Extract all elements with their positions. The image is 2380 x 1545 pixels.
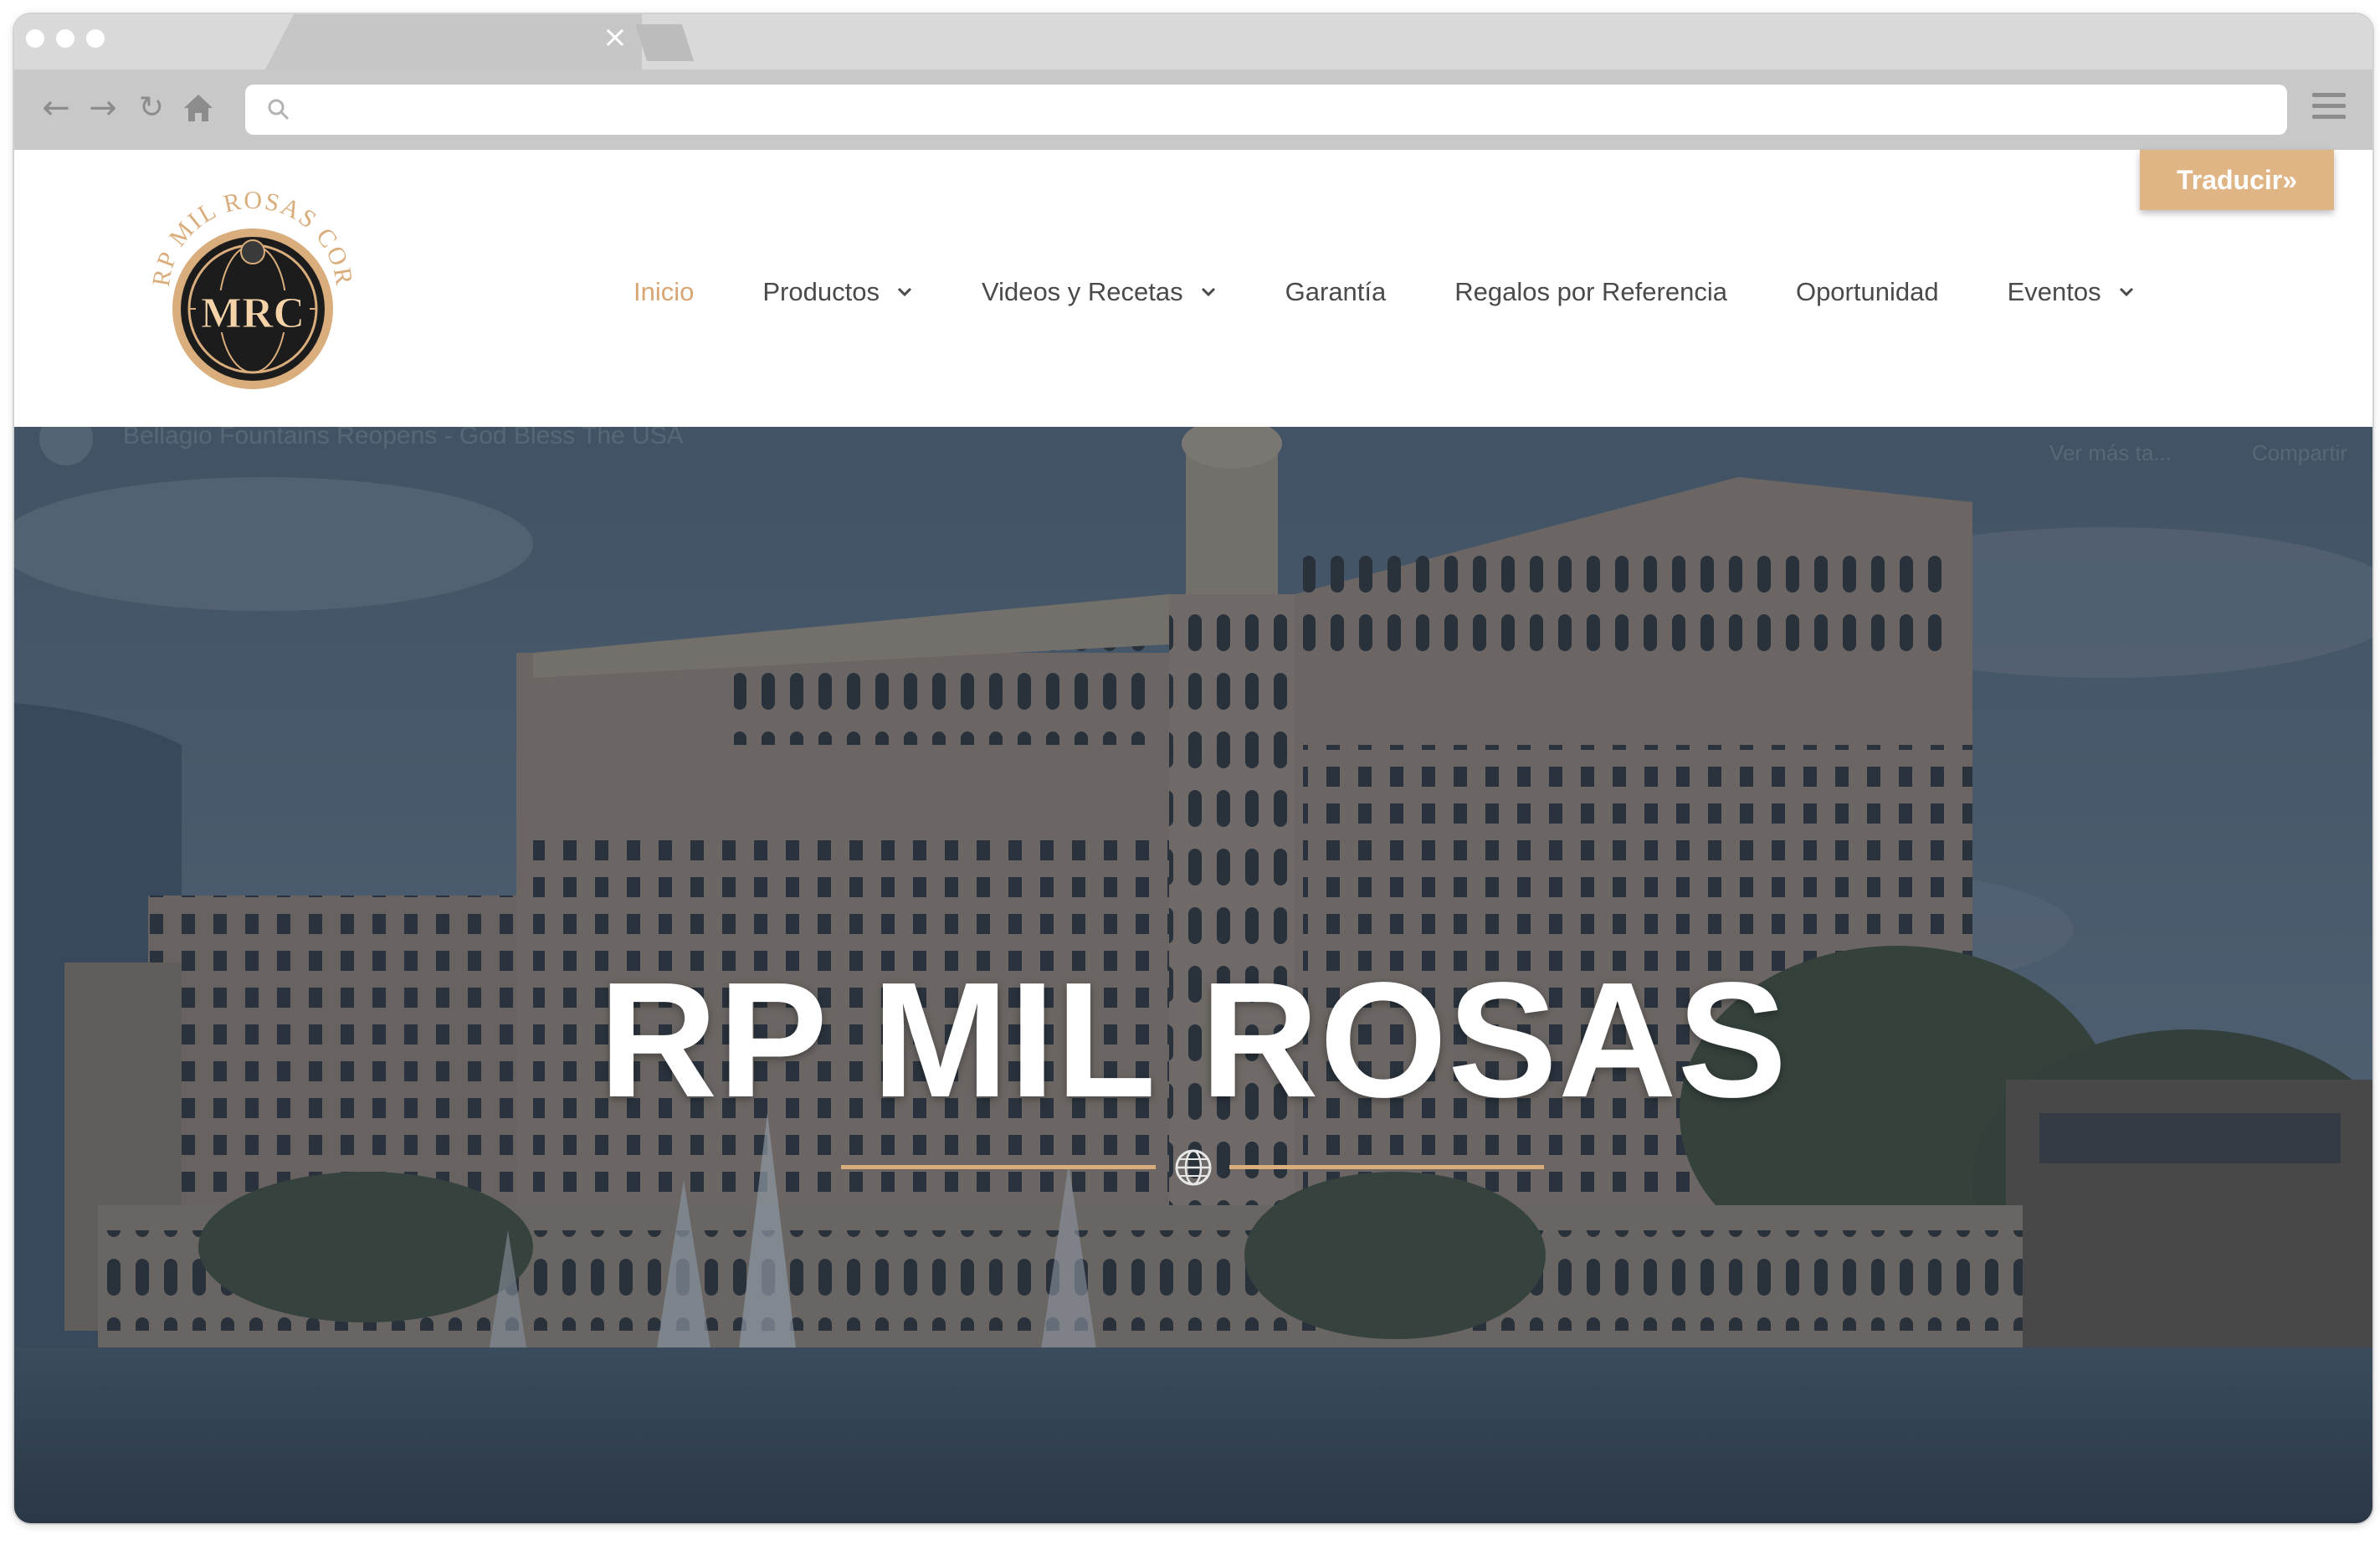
nav-item-eventos[interactable]: Eventos	[2008, 277, 2135, 307]
nav-label: Productos	[762, 277, 880, 306]
nav-label: Oportunidad	[1795, 277, 1939, 306]
hamburger-menu-icon[interactable]	[2312, 93, 2346, 126]
site-logo[interactable]: RP MIL ROSAS COR MRC	[144, 183, 362, 401]
nav-label: Regalos por Referencia	[1454, 277, 1727, 306]
window-close-dot[interactable]	[26, 29, 44, 48]
nav-item-productos[interactable]: Productos	[762, 277, 913, 307]
chevron-down-icon	[1201, 287, 1215, 297]
hero-title: RP MIL ROSAS	[598, 948, 1788, 1132]
channel-avatar[interactable]	[39, 427, 93, 465]
window-maximize-dot[interactable]	[86, 29, 105, 48]
video-info-bar: Bellagio Fountains Reopens - God Bless T…	[39, 427, 2347, 477]
video-title[interactable]: Bellagio Fountains Reopens - God Bless T…	[123, 427, 684, 450]
tab-close-icon[interactable]: ×	[602, 23, 628, 53]
browser-tab[interactable]: ×	[265, 14, 642, 69]
address-bar[interactable]	[245, 85, 2287, 135]
translate-button[interactable]: Traducir»	[2140, 150, 2334, 210]
search-icon	[268, 99, 290, 121]
hero-video[interactable]: Bellagio Fountains Reopens - God Bless T…	[14, 427, 2372, 1523]
nav-label: Videos y Recetas	[981, 277, 1183, 306]
window-minimize-dot[interactable]	[56, 29, 74, 48]
browser-window: × ← → ↻ RP MIL ROSAS COR MRC Inicio Prod…	[13, 13, 2374, 1525]
new-tab-button[interactable]	[635, 24, 694, 61]
logo-monogram: MRC	[201, 290, 305, 337]
back-arrow-icon[interactable]: ←	[36, 88, 76, 128]
nav-label: Inicio	[633, 277, 695, 306]
chevron-down-icon	[897, 287, 912, 297]
nav-item-garantia[interactable]: Garantía	[1285, 277, 1387, 307]
globe-icon	[1175, 1149, 1212, 1186]
nav-item-regalos[interactable]: Regalos por Referencia	[1454, 277, 1727, 307]
nav-label: Eventos	[2007, 277, 2101, 306]
reload-icon[interactable]: ↻	[131, 88, 172, 128]
nav-item-inicio[interactable]: Inicio	[633, 277, 694, 307]
nav-label: Garantía	[1285, 277, 1387, 306]
home-icon[interactable]	[178, 88, 218, 128]
hero-divider	[841, 1147, 1544, 1188]
browser-toolbar: ← → ↻	[14, 69, 2372, 153]
forward-arrow-icon[interactable]: →	[83, 88, 123, 128]
tab-bar: ×	[14, 14, 2372, 69]
site-header: RP MIL ROSAS COR MRC Inicio Productos Vi…	[14, 150, 2372, 427]
main-navigation: Inicio Productos Videos y Recetas Garant…	[633, 275, 2135, 309]
chevron-down-icon	[2119, 287, 2133, 297]
nav-item-videos-recetas[interactable]: Videos y Recetas	[982, 277, 1217, 307]
nav-item-oportunidad[interactable]: Oportunidad	[1796, 277, 1939, 307]
share-label[interactable]: Compartir	[2252, 440, 2347, 466]
watch-later-label[interactable]: Ver más ta...	[2049, 440, 2172, 466]
